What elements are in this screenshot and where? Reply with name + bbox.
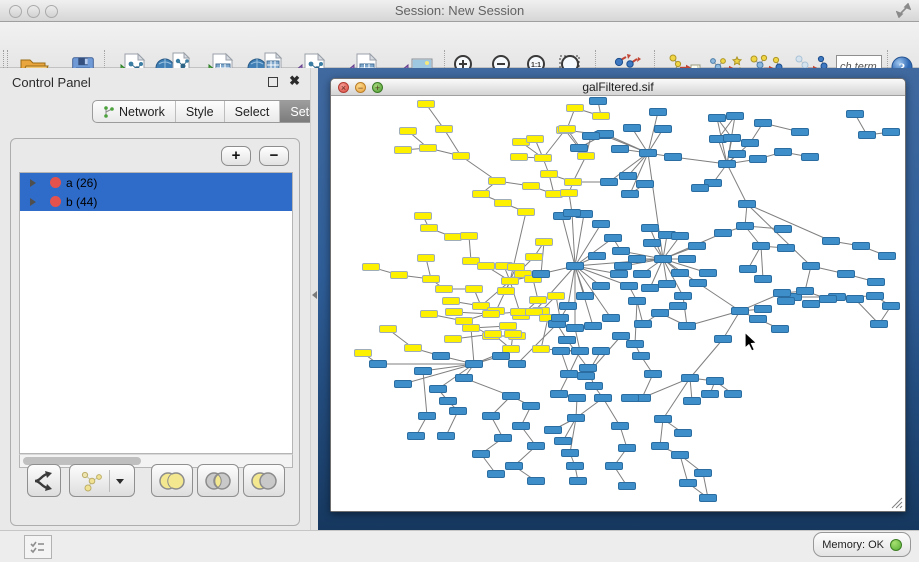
float-panel-icon[interactable] bbox=[268, 77, 278, 87]
split-arrows-icon bbox=[32, 469, 56, 493]
set-dot-icon bbox=[50, 196, 61, 207]
tab-style[interactable]: Style bbox=[175, 101, 224, 122]
control-panel-tabs: Network Style Select Sets bbox=[92, 100, 326, 123]
panel-splitter[interactable] bbox=[310, 68, 318, 530]
memory-ok-led-icon bbox=[890, 539, 902, 551]
add-set-button[interactable]: + bbox=[221, 146, 251, 166]
remove-set-button[interactable]: − bbox=[259, 146, 289, 166]
venn-intersection-icon bbox=[203, 470, 233, 492]
tab-label: Style bbox=[186, 105, 214, 119]
task-checklist-icon bbox=[30, 540, 46, 554]
split-sets-button[interactable] bbox=[27, 464, 61, 497]
set-difference-button[interactable] bbox=[243, 464, 285, 497]
network-tab-icon bbox=[103, 106, 115, 118]
close-panel-icon[interactable]: ✖ bbox=[289, 73, 300, 89]
control-panel: Control Panel ✖ Network Style Select Set… bbox=[0, 68, 310, 530]
venn-difference-icon bbox=[249, 470, 279, 492]
tab-label: Select bbox=[235, 105, 270, 119]
resize-grip-icon[interactable] bbox=[889, 495, 903, 509]
venn-union-icon bbox=[157, 470, 187, 492]
set-union-button[interactable] bbox=[151, 464, 193, 497]
divider bbox=[109, 470, 110, 492]
tab-network[interactable]: Network bbox=[93, 101, 175, 122]
create-set-from-network-button[interactable] bbox=[69, 464, 135, 497]
network-graph[interactable] bbox=[331, 96, 905, 511]
memory-status-button[interactable]: Memory: OK bbox=[813, 532, 911, 557]
expand-triangle-icon[interactable] bbox=[30, 198, 36, 206]
task-history-button[interactable] bbox=[24, 535, 52, 559]
chevron-down-icon[interactable] bbox=[115, 477, 125, 485]
tab-label: Network bbox=[119, 105, 165, 119]
splitter-collapse-icon[interactable] bbox=[312, 291, 317, 299]
yellow-network-icon bbox=[80, 469, 106, 493]
network-canvas[interactable] bbox=[331, 96, 905, 511]
tab-select[interactable]: Select bbox=[224, 101, 280, 122]
control-panel-title: Control Panel bbox=[12, 75, 91, 90]
set-intersection-button[interactable] bbox=[197, 464, 239, 497]
mouse-cursor bbox=[744, 332, 758, 352]
set-row-a[interactable]: a (26) bbox=[20, 173, 292, 192]
set-row-b[interactable]: b (44) bbox=[20, 192, 292, 211]
status-bar: Memory: OK bbox=[0, 530, 919, 562]
set-dot-icon bbox=[50, 177, 61, 188]
network-frame-titlebar[interactable]: × − + galFiltered.sif bbox=[331, 79, 905, 96]
expand-triangle-icon[interactable] bbox=[30, 179, 36, 187]
network-desktop: × − + galFiltered.sif bbox=[318, 68, 919, 530]
control-panel-header: Control Panel ✖ bbox=[0, 68, 310, 98]
memory-label: Memory: OK bbox=[822, 539, 884, 551]
sets-list[interactable]: a (26) b (44) bbox=[19, 172, 293, 454]
network-frame[interactable]: × − + galFiltered.sif bbox=[330, 78, 906, 512]
set-label: b (44) bbox=[66, 195, 97, 209]
fullscreen-icon[interactable] bbox=[896, 3, 911, 23]
window-titlebar[interactable]: Session: New Session bbox=[0, 0, 919, 22]
set-label: a (26) bbox=[66, 176, 97, 190]
window-title: Session: New Session bbox=[0, 3, 919, 18]
network-frame-title: galFiltered.sif bbox=[331, 80, 905, 94]
main-toolbar: 1:1 bbox=[0, 22, 919, 68]
